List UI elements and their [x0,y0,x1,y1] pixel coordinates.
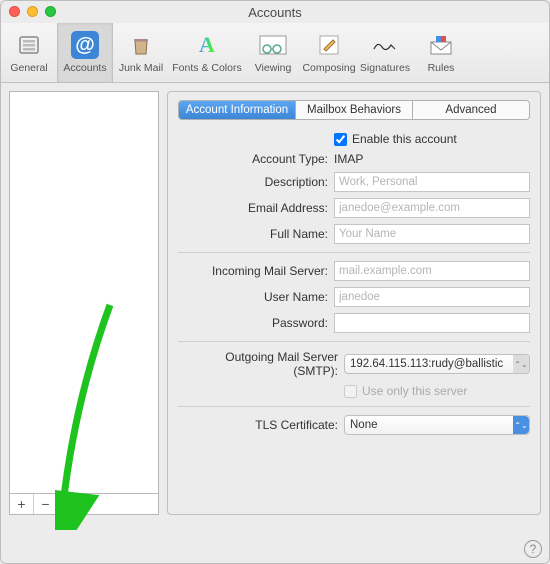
question-icon: ? [530,542,537,556]
tab-mailbox-behaviors[interactable]: Mailbox Behaviors [296,101,413,119]
fonts-icon: A [193,31,221,59]
sidebar-controls: + − [9,494,159,515]
toolbar-viewing[interactable]: Viewing [245,23,301,82]
incoming-server-input[interactable] [334,261,530,281]
toolbar-label: Signatures [360,62,410,74]
description-label: Description: [178,175,328,189]
account-list[interactable] [9,91,159,494]
toolbar-fonts[interactable]: A Fonts & Colors [169,23,245,82]
tls-value: None [350,419,378,431]
chevron-updown-icon: ⌃⌄ [513,355,529,373]
account-form: Enable this account Account Type: IMAP D… [178,128,530,435]
sidebar-spacer [58,494,158,514]
signatures-icon [371,31,399,59]
use-only-server-checkbox[interactable] [344,385,357,398]
junk-icon [127,31,155,59]
toolbar-general[interactable]: General [1,23,57,82]
smtp-value: 192.64.115.113:rudy@ballistic [350,358,503,370]
general-icon [15,31,43,59]
window-title: Accounts [1,5,549,20]
zoom-window-button[interactable] [45,6,56,17]
tab-advanced[interactable]: Advanced [413,101,529,119]
plus-icon: + [17,496,25,512]
password-label: Password: [178,316,328,330]
toolbar-label: Fonts & Colors [172,62,241,74]
close-window-button[interactable] [9,6,20,17]
toolbar-label: Composing [302,62,355,74]
incoming-label: Incoming Mail Server: [178,264,328,278]
username-label: User Name: [178,290,328,304]
fullname-label: Full Name: [178,227,328,241]
chevron-updown-icon: ⌃⌄ [513,416,529,434]
smtp-select[interactable]: 192.64.115.113:rudy@ballistic ⌃⌄ [344,354,530,374]
toolbar-composing[interactable]: Composing [301,23,357,82]
toolbar-label: Accounts [63,62,106,74]
minus-icon: − [41,496,49,512]
description-input[interactable] [334,172,530,192]
divider [178,252,530,253]
divider [178,341,530,342]
rules-icon [427,31,455,59]
use-only-server-label: Use only this server [362,384,467,398]
divider [178,406,530,407]
composing-icon [315,31,343,59]
toolbar-label: Viewing [255,62,292,74]
titlebar: Accounts [1,1,549,23]
email-label: Email Address: [178,201,328,215]
account-type-value: IMAP [334,152,530,166]
toolbar-rules[interactable]: Rules [413,23,469,82]
tls-label: TLS Certificate: [178,418,338,432]
toolbar-label: General [10,62,47,74]
pref-toolbar: General @ Accounts Junk Mail A Fonts & C… [1,23,549,83]
account-sidebar: + − [9,91,159,515]
tls-select[interactable]: None ⌃⌄ [344,415,530,435]
toolbar-junk[interactable]: Junk Mail [113,23,169,82]
help-button[interactable]: ? [524,540,542,558]
smtp-label: Outgoing Mail Server (SMTP): [178,350,338,378]
toolbar-signatures[interactable]: Signatures [357,23,413,82]
email-input[interactable] [334,198,530,218]
remove-account-button[interactable]: − [34,494,58,514]
toolbar-label: Junk Mail [119,62,163,74]
password-input[interactable] [334,313,530,333]
add-account-button[interactable]: + [10,494,34,514]
enable-account-label: Enable this account [352,132,457,146]
accounts-icon: @ [71,31,99,59]
toolbar-label: Rules [428,62,455,74]
viewing-icon [259,31,287,59]
account-type-label: Account Type: [178,152,328,166]
minimize-window-button[interactable] [27,6,38,17]
fullname-input[interactable] [334,224,530,244]
account-detail-panel: Account Information Mailbox Behaviors Ad… [167,91,541,515]
traffic-lights [9,6,56,17]
username-input[interactable] [334,287,530,307]
enable-account-checkbox[interactable] [334,133,347,146]
toolbar-accounts[interactable]: @ Accounts [57,23,113,82]
tab-account-information[interactable]: Account Information [179,101,296,119]
account-tabs: Account Information Mailbox Behaviors Ad… [178,100,530,120]
footer: ? [524,540,542,558]
